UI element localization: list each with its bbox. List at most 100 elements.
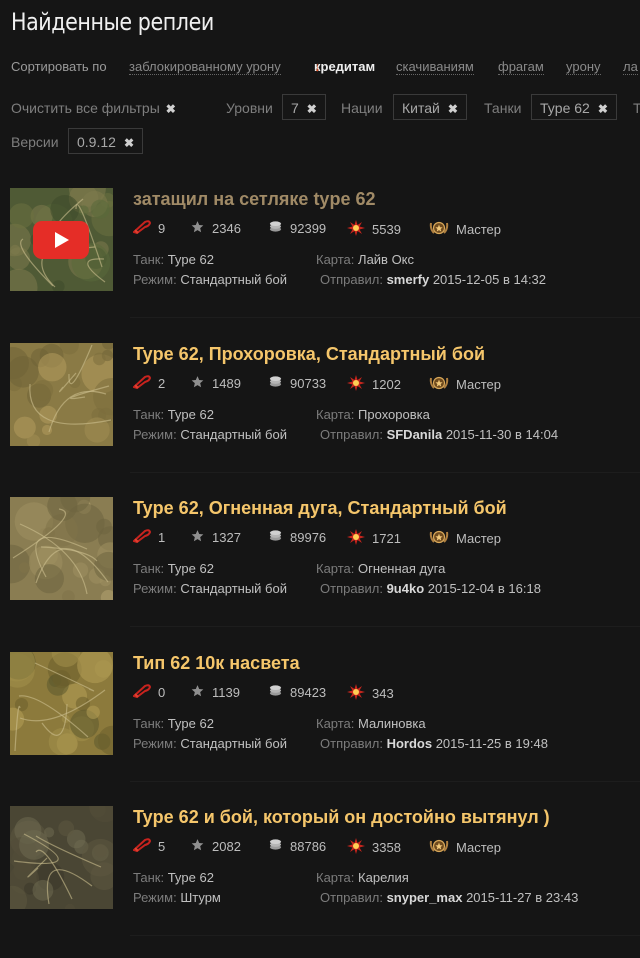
cut-filter-label: Т [633, 100, 640, 116]
sort-option-cut[interactable]: ла [623, 59, 638, 75]
credits-stat: 92399 [268, 220, 326, 236]
tank-info: Танк: Type 62 [133, 870, 214, 885]
row-divider [130, 317, 640, 318]
star-icon [190, 220, 212, 237]
frags-stat: 0 [132, 684, 165, 701]
replay-title-link[interactable]: Type 62, Огненная дуга, Стандартный бой [133, 498, 507, 519]
map-thumbnail[interactable] [10, 343, 113, 446]
damage-stat: 3358 [347, 838, 401, 857]
replay-title-link[interactable]: Тип 62 10к насвета [133, 653, 300, 674]
sender-link[interactable]: snyper_max [387, 890, 463, 905]
tank-info: Танк: Type 62 [133, 407, 214, 422]
rating-stat: 2346 [190, 220, 241, 237]
map-thumbnail[interactable] [10, 806, 113, 909]
filter-bar-versions: Версии 0.9.12 ✖ [11, 128, 640, 158]
filter-bar: Очистить все фильтры ✖ Уровни 7 ✖ Нации Ки… [11, 94, 640, 124]
sort-option-frags[interactable]: фрагам [498, 59, 544, 75]
sender-info: Отправил: SFDanila 2015-11-30 в 14:04 [320, 427, 559, 442]
star-icon [190, 375, 212, 392]
sort-option-downloads[interactable]: скачиваниям [396, 59, 474, 75]
star-icon [190, 529, 212, 546]
close-icon[interactable]: ✖ [307, 102, 317, 116]
close-icon[interactable]: ✖ [124, 136, 134, 150]
tank-shell-icon [132, 375, 158, 392]
star-icon [190, 838, 212, 855]
mastery-badge: Мастер [429, 529, 501, 548]
versions-label: Версии [11, 134, 59, 150]
rating-stat: 1327 [190, 529, 241, 546]
credits-stat: 89423 [268, 684, 326, 700]
filter-chip-tank[interactable]: Type 62 ✖ [531, 94, 617, 120]
mastery-badge-icon [429, 220, 456, 239]
damage-stat: 343 [347, 684, 394, 703]
sender-link[interactable]: smerfy [387, 272, 430, 287]
credits-stat: 88786 [268, 838, 326, 854]
damage-stat: 5539 [347, 220, 401, 239]
explosion-icon [347, 375, 372, 394]
frags-stat: 5 [132, 838, 165, 855]
replay-item: Type 62 и бой, который он достойно вытян… [0, 804, 640, 958]
replay-item: Type 62, Прохоровка, Стандартный бой 2 148… [0, 341, 640, 495]
page-title: Найденные реплеи [11, 8, 214, 36]
tank-info: Танк: Type 62 [133, 561, 214, 576]
replay-item: Тип 62 10к насвета 0 1139 89423 343 Танк: Typ… [0, 650, 640, 804]
map-info: Карта: Малиновка [316, 716, 426, 731]
frags-stat: 2 [132, 375, 165, 392]
sender-info: Отправил: smerfy 2015-12-05 в 14:32 [320, 272, 547, 287]
mode-info: Режим: Стандартный бой [133, 427, 287, 442]
filter-chip-nation[interactable]: Китай ✖ [393, 94, 467, 120]
replay-item: затащил на сетляке type 62 9 2346 92399 5539… [0, 186, 640, 340]
filter-chip-version[interactable]: 0.9.12 ✖ [68, 128, 143, 154]
tank-shell-icon [132, 529, 158, 546]
map-thumbnail[interactable] [10, 188, 113, 291]
youtube-play-icon[interactable] [33, 221, 89, 259]
close-icon[interactable]: ✖ [448, 102, 458, 116]
star-icon [190, 684, 212, 701]
sort-option-damage[interactable]: урону [566, 59, 601, 75]
tank-info: Танк: Type 62 [133, 716, 214, 731]
map-info: Карта: Карелия [316, 870, 409, 885]
replay-title-link[interactable]: затащил на сетляке type 62 [133, 189, 375, 210]
mode-info: Режим: Стандартный бой [133, 581, 287, 596]
replay-title-link[interactable]: Type 62 и бой, который он достойно вытян… [133, 807, 550, 828]
row-divider [130, 935, 640, 936]
coins-icon [268, 375, 290, 391]
explosion-icon [347, 529, 372, 548]
sort-desc-arrow-icon: ↓ [314, 59, 321, 74]
sender-info: Отправил: snyper_max 2015-11-27 в 23:43 [320, 890, 579, 905]
sort-option-blocked-damage[interactable]: заблокированному урону [129, 59, 281, 75]
coins-icon [268, 529, 290, 545]
frags-stat: 1 [132, 529, 165, 546]
nations-label: Нации [341, 100, 383, 116]
replay-title-link[interactable]: Type 62, Прохоровка, Стандартный бой [133, 344, 485, 365]
rating-stat: 1139 [190, 684, 240, 701]
sender-link[interactable]: Hordos [387, 736, 433, 751]
sender-info: Отправил: Hordos 2015-11-25 в 19:48 [320, 736, 548, 751]
row-divider [130, 472, 640, 473]
filter-chip-level[interactable]: 7 ✖ [282, 94, 326, 120]
credits-stat: 89976 [268, 529, 326, 545]
clear-filters-button[interactable]: Очистить все фильтры ✖ [11, 100, 176, 116]
map-info: Карта: Прохоровка [316, 407, 430, 422]
coins-icon [268, 220, 290, 236]
map-thumbnail[interactable] [10, 497, 113, 600]
mode-info: Режим: Стандартный бой [133, 272, 287, 287]
map-info: Карта: Огненная дуга [316, 561, 446, 576]
tanks-label: Танки [484, 100, 522, 116]
mastery-badge: Мастер [429, 838, 501, 857]
mastery-badge-icon [429, 529, 456, 548]
mode-info: Режим: Штурм [133, 890, 221, 905]
tank-info: Танк: Type 62 [133, 252, 214, 267]
sort-bar: Сортировать по заблокированному урону кр… [11, 59, 638, 75]
sender-link[interactable]: 9u4ko [387, 581, 425, 596]
explosion-icon [347, 684, 372, 703]
mastery-badge: Мастер [429, 220, 501, 239]
sender-link[interactable]: SFDanila [387, 427, 443, 442]
map-thumbnail[interactable] [10, 652, 113, 755]
mastery-badge-icon [429, 375, 456, 394]
tank-shell-icon [132, 220, 158, 237]
close-icon[interactable]: ✖ [598, 102, 608, 116]
row-divider [130, 781, 640, 782]
close-icon: ✖ [165, 102, 176, 116]
coins-icon [268, 838, 290, 854]
